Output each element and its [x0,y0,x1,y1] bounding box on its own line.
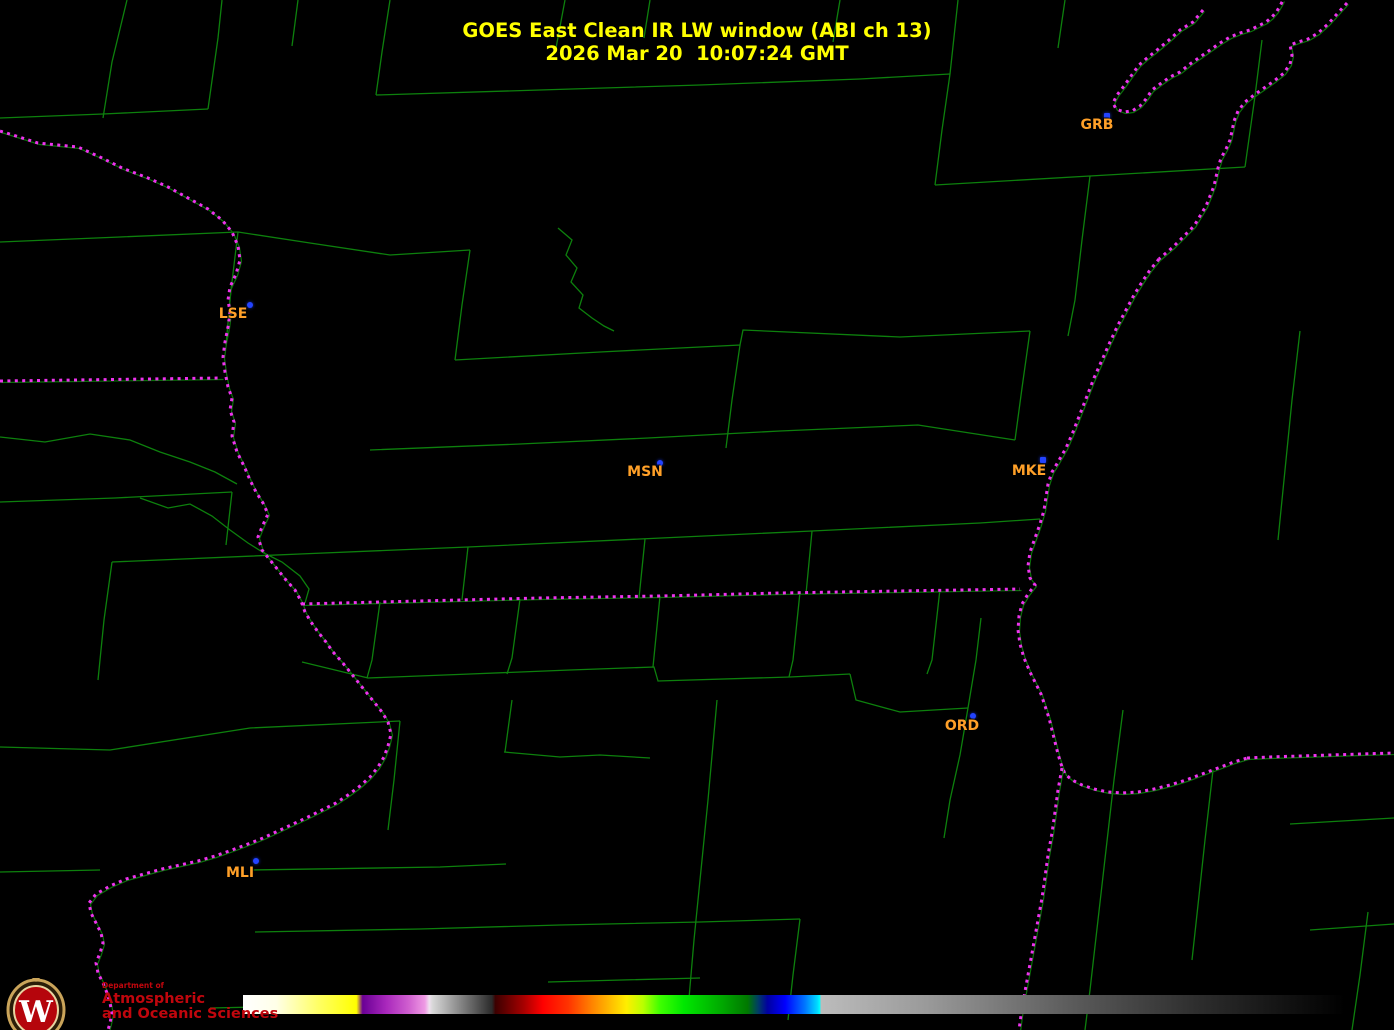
station-label-lse: LSE [218,306,248,322]
station-label-mli: MLI [225,865,255,881]
logo-name-line2: and Oceanic Sciences [102,1005,279,1022]
county-boundary-line [1289,817,1394,825]
county-boundary-line [687,699,718,1011]
county-boundary-line [647,424,1016,441]
county-boundary-line [461,546,469,601]
station-label-ord: ORD [944,718,980,734]
county-boundary-line [504,699,513,753]
county-boundary-line [926,588,941,675]
county-boundary-line [557,227,615,332]
temperature-colorbar [243,995,1345,1014]
county-boundary-line [254,918,801,933]
county-boundary-line [503,751,651,759]
border-underlay-line [303,589,1022,607]
county-boundary-line [375,73,951,96]
county-boundary-line [0,869,101,873]
county-boundary-line [237,231,471,256]
uw-crest-icon: W [6,978,66,1030]
state-border-line [1016,258,1248,795]
county-boundary-line [0,720,401,751]
county-boundary-line [454,249,471,361]
county-boundary-line [249,863,507,871]
uw-aos-logo: W Department of Atmospheric and Oceanic … [6,976,278,1030]
county-boundary-line [1067,175,1091,337]
county-boundary-line [967,617,982,709]
county-boundary-line [1309,923,1394,931]
county-boundary-line [805,530,813,595]
crest-letter: W [18,995,54,1030]
county-boundary-line [454,329,1031,361]
county-boundary-line [725,344,741,449]
county-boundary-line [0,433,238,485]
image-title: GOES East Clean IR LW window (ABI ch 13)… [0,19,1394,65]
county-boundary-line [788,591,801,678]
county-boundary-line [1277,330,1301,541]
logo-name-line1: Atmospheric [102,990,206,1007]
county-boundary-line [1084,709,1124,1030]
county-boundary-line [1014,330,1031,441]
state-border-line [301,587,1021,606]
county-boundary-line [934,73,951,186]
county-boundary-line [849,673,969,713]
county-boundary-line [225,491,233,546]
county-boundary-line [369,437,649,451]
county-boundary-line [139,497,310,604]
border-underlay-line [1,131,394,1030]
border-underlay-line [1018,260,1249,796]
image-title-line1: GOES East Clean IR LW window (ABI ch 13) [462,19,932,42]
county-boundary-line [506,598,521,675]
county-boundary-line [547,977,701,983]
county-boundary-line [366,601,381,679]
logo-dept-line: Department of [102,981,164,990]
county-boundary-line [111,518,1041,563]
county-boundary-line [1351,911,1369,1030]
county-boundary-line [638,538,646,599]
map-canvas [0,0,1394,1030]
county-boundary-line [1191,769,1214,961]
county-boundary-line [97,561,113,681]
station-label-msn: MSN [627,464,663,480]
station-marker-mli [253,858,259,864]
station-label-mke: MKE [1011,463,1047,479]
satellite-image-viewer: GOES East Clean IR LW window (ABI ch 13)… [0,0,1394,1030]
image-timestamp: 2026 Mar 20 10:07:24 GMT [545,42,849,65]
uw-aos-logo-text: Department of Atmospheric and Oceanic Sc… [102,982,278,1022]
county-boundary-line [652,595,661,668]
county-boundary-line [0,231,239,243]
county-boundary-line [0,491,233,503]
county-boundary-line [301,661,851,682]
state-border-line [0,129,393,1030]
state-border-line [1017,767,1064,1030]
station-label-grb: GRB [1080,117,1114,133]
station-marker-lse [247,302,253,308]
